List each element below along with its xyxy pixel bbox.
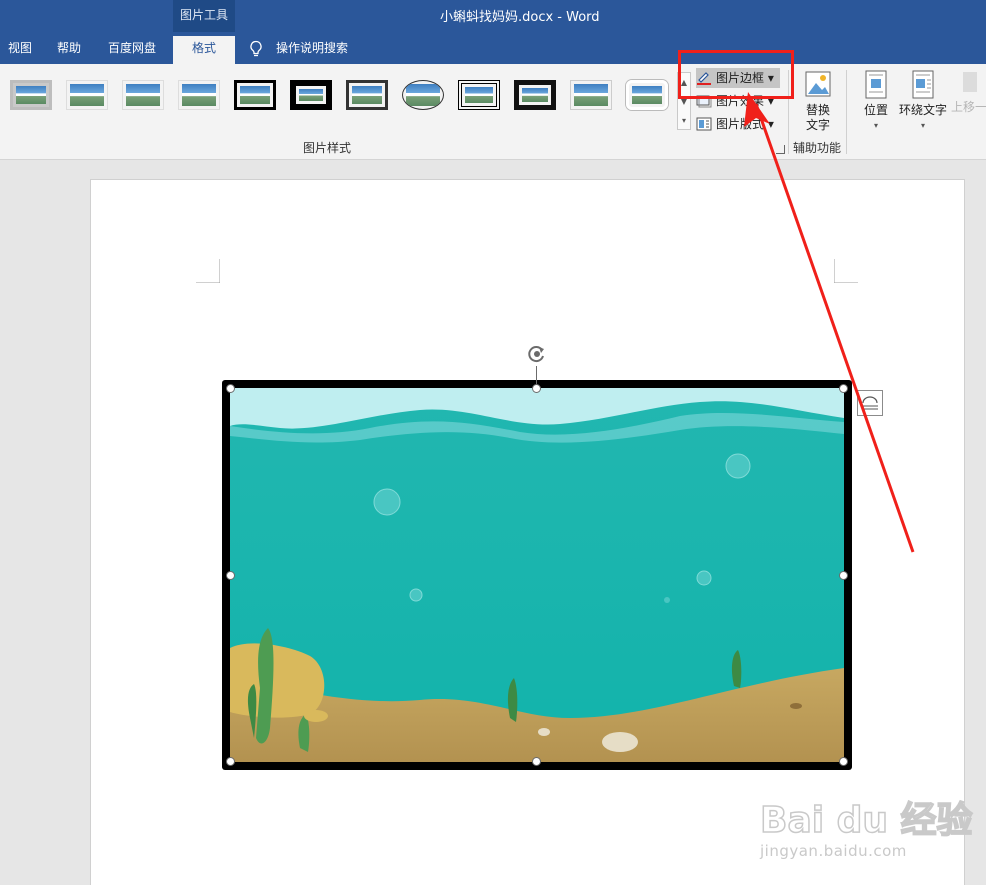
picture-style-reflected-soft[interactable] — [178, 80, 220, 110]
watermark-brand: Bai du 经验 — [760, 800, 973, 841]
underwater-scene-image — [230, 388, 844, 762]
rotation-stem — [536, 366, 537, 384]
alt-text-line1: 替换 — [805, 103, 830, 117]
dialog-launcher-icon[interactable] — [776, 145, 785, 154]
picture-style-thick-matte-black[interactable] — [514, 80, 556, 110]
resize-handle-top-right[interactable] — [839, 384, 848, 393]
layout-options-button[interactable] — [857, 390, 883, 416]
resize-handle-left[interactable] — [226, 571, 235, 580]
resize-handle-bottom-right[interactable] — [839, 757, 848, 766]
style-preview-thumbnail — [406, 84, 440, 106]
alt-text-button[interactable]: 替换 文字 — [800, 70, 836, 133]
picture-layout-button[interactable]: 图片版式 ▾ — [696, 114, 774, 134]
style-preview-thumbnail — [574, 84, 608, 106]
resize-handle-bottom[interactable] — [532, 757, 541, 766]
wrap-text-icon — [910, 70, 936, 100]
style-preview-thumbnail — [465, 87, 493, 103]
style-preview-thumbnail — [16, 86, 46, 104]
alt-text-line2: 文字 — [805, 118, 830, 132]
resize-handle-right[interactable] — [839, 571, 848, 580]
tab-help[interactable]: 帮助 — [57, 36, 81, 64]
gallery-more-icon[interactable]: ▾ — [678, 111, 690, 130]
picture-tools-context-label: 图片工具 — [173, 0, 235, 32]
position-label: 位置 — [863, 103, 888, 117]
style-preview-thumbnail — [182, 84, 216, 106]
bring-forward-button[interactable]: 上移一 — [951, 70, 986, 115]
resize-handle-top[interactable] — [532, 384, 541, 393]
tab-format[interactable]: 格式 — [173, 36, 235, 64]
layout-options-icon — [862, 396, 878, 410]
picture-layout-label: 图片版式 — [716, 117, 765, 131]
lightbulb-icon — [250, 40, 262, 57]
bring-forward-label: 上移一 — [951, 100, 986, 114]
picture-layout-icon — [696, 117, 712, 130]
picture-style-soft-edge-rect[interactable] — [570, 80, 612, 110]
position-icon — [863, 70, 889, 100]
group-divider — [846, 70, 847, 154]
tab-view[interactable]: 视图 — [8, 36, 32, 64]
rotate-handle-icon[interactable] — [527, 344, 547, 364]
margin-corner-top-left — [196, 259, 220, 283]
margin-corner-top-right — [834, 259, 858, 283]
selected-picture-frame[interactable] — [222, 380, 852, 770]
style-preview-thumbnail — [126, 84, 160, 106]
picture-styles-group-label: 图片样式 — [303, 141, 352, 155]
position-button[interactable]: 位置 ▾ — [862, 70, 890, 133]
style-preview-thumbnail — [240, 86, 270, 104]
annotation-highlight-box — [678, 50, 794, 99]
picture-style-metal-frame[interactable] — [346, 80, 388, 110]
document-title: 小蝌蚪找妈妈.docx - Word — [440, 10, 600, 25]
picture-style-thick-black-matte[interactable] — [290, 80, 332, 110]
style-preview-thumbnail — [299, 89, 323, 101]
accessibility-group-label: 辅助功能 — [793, 141, 842, 155]
watermark-url: jingyan.baidu.com — [760, 842, 907, 860]
alt-text-icon — [805, 70, 831, 100]
picture-style-soft-edge[interactable] — [66, 80, 108, 110]
picture-style-simple-frame-black[interactable] — [234, 80, 276, 110]
picture-style-simple-frame-white[interactable] — [10, 80, 52, 110]
picture-style-rounded-white[interactable] — [626, 80, 668, 110]
picture-style-reflected[interactable] — [122, 80, 164, 110]
style-preview-thumbnail — [352, 86, 382, 104]
tab-baidu-netdisk[interactable]: 百度网盘 — [108, 36, 156, 64]
style-preview-thumbnail — [632, 86, 662, 104]
tell-me-search[interactable]: 操作说明搜索 — [276, 36, 348, 64]
resize-handle-bottom-left[interactable] — [226, 757, 235, 766]
wrap-text-dropdown-icon: ▾ — [920, 121, 925, 130]
style-preview-thumbnail — [522, 88, 548, 102]
picture-style-oval-shadow[interactable] — [402, 80, 444, 110]
wrap-text-label: 环绕文字 — [898, 103, 947, 117]
style-preview-thumbnail — [70, 84, 104, 106]
picture-style-double-frame-black[interactable] — [458, 80, 500, 110]
bring-forward-icon — [951, 70, 983, 100]
wrap-text-button[interactable]: 环绕文字 ▾ — [897, 70, 949, 133]
position-dropdown-icon: ▾ — [873, 121, 878, 130]
resize-handle-top-left[interactable] — [226, 384, 235, 393]
